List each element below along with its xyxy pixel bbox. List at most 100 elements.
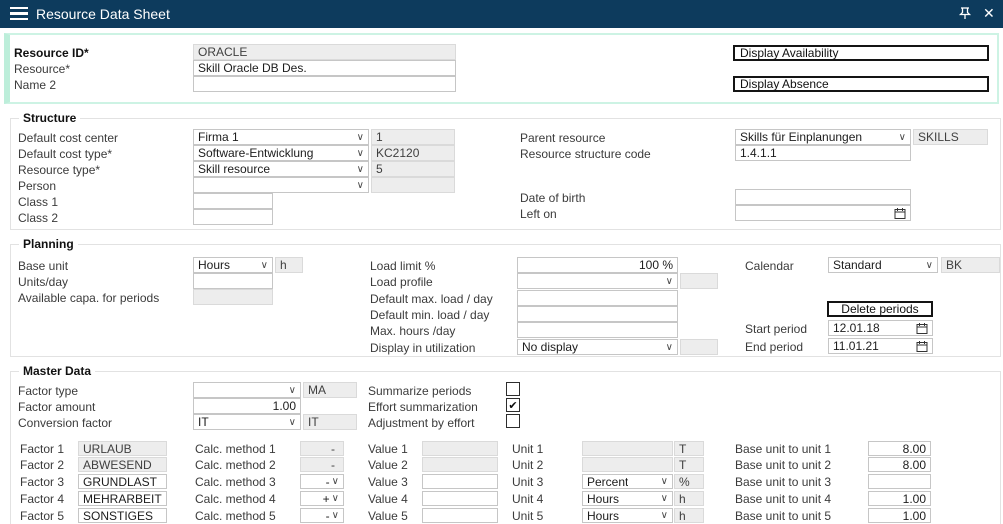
unit3-label: Unit 3 <box>512 474 543 490</box>
base-unit2-field[interactable]: 8.00 <box>868 457 931 472</box>
window-title: Resource Data Sheet <box>36 6 170 22</box>
close-icon[interactable]: ✕ <box>983 5 995 21</box>
factor3-field[interactable]: GRUNDLAST <box>78 474 167 489</box>
conversion-factor-label: Conversion factor <box>18 415 112 431</box>
unit1-field <box>582 441 673 456</box>
base-unit-select[interactable]: Hours∨ <box>193 257 273 273</box>
resource-type-label: Resource type* <box>18 162 100 178</box>
parent-resource-select[interactable]: Skills für Einplanungen∨ <box>735 129 911 145</box>
adjustment-by-effort-checkbox[interactable] <box>506 414 520 428</box>
load-limit-field[interactable]: 100 % <box>517 257 678 273</box>
left-on-field[interactable] <box>735 205 911 221</box>
resource-name-field[interactable]: Skill Oracle DB Des. <box>193 60 456 76</box>
calendar-icon[interactable] <box>916 322 928 335</box>
pin-icon[interactable] <box>957 5 973 25</box>
load-profile-label: Load profile <box>370 274 433 290</box>
display-availability-button[interactable]: Display Availability <box>733 45 989 61</box>
load-profile-select[interactable]: ∨ <box>517 273 678 289</box>
unit3-select[interactable]: Percent∨ <box>582 474 673 489</box>
summarize-periods-label: Summarize periods <box>368 383 471 399</box>
calendar-select[interactable]: Standard∨ <box>828 257 938 273</box>
units-day-field[interactable] <box>193 273 273 289</box>
calc-method1-label: Calc. method 1 <box>195 441 276 457</box>
name2-field[interactable] <box>193 76 456 92</box>
chevron-down-icon: ∨ <box>357 180 364 191</box>
name2-label: Name 2 <box>14 77 56 93</box>
value2-field <box>422 457 498 472</box>
chevron-down-icon: ∨ <box>332 476 339 487</box>
cost-center-label: Default cost center <box>18 130 118 146</box>
effort-summarization-checkbox[interactable]: ✔ <box>506 398 520 412</box>
factor-type-label: Factor type <box>18 383 78 399</box>
calc-method3-label: Calc. method 3 <box>195 474 276 490</box>
resource-type-select[interactable]: Skill resource∨ <box>193 161 369 177</box>
calendar-icon[interactable] <box>916 340 928 353</box>
date-of-birth-field[interactable] <box>735 189 911 205</box>
load-profile-code <box>680 273 718 289</box>
chevron-down-icon: ∨ <box>666 342 673 353</box>
parent-resource-label: Parent resource <box>520 130 605 146</box>
effort-summarization-label: Effort summarization <box>368 399 478 415</box>
display-absence-button[interactable]: Display Absence <box>733 76 989 92</box>
base-unit-label: Base unit <box>18 258 68 274</box>
structure-code-label: Resource structure code <box>520 146 651 162</box>
cost-center-select[interactable]: Firma 1∨ <box>193 129 369 145</box>
end-period-field[interactable]: 11.01.21 <box>828 338 933 354</box>
unit3-code: % <box>674 474 704 489</box>
unit2-label: Unit 2 <box>512 457 543 473</box>
unit5-select[interactable]: Hours∨ <box>582 508 673 523</box>
calc-method2-field: - <box>300 457 344 472</box>
calendar-icon[interactable] <box>894 207 906 220</box>
resource-label: Resource* <box>14 61 70 77</box>
base-unit4-label: Base unit to unit 4 <box>735 491 831 507</box>
class1-field[interactable] <box>193 193 273 209</box>
calc-method5-select[interactable]: -∨ <box>300 508 344 523</box>
factor-type-code: MA <box>303 382 357 398</box>
value1-label: Value 1 <box>368 441 408 457</box>
value3-label: Value 3 <box>368 474 408 490</box>
conversion-factor-select[interactable]: IT∨ <box>193 414 301 430</box>
chevron-down-icon: ∨ <box>261 260 268 271</box>
default-max-field[interactable] <box>517 290 678 306</box>
factor-type-select[interactable]: ∨ <box>193 382 301 398</box>
display-util-select[interactable]: No display∨ <box>517 339 678 355</box>
resource-data-sheet-window: Resource Data Sheet ✕ Resource ID* Resou… <box>0 0 1003 524</box>
factor5-field[interactable]: SONSTIGES <box>78 508 167 523</box>
base-unit1-field[interactable]: 8.00 <box>868 441 931 456</box>
calc-method4-select[interactable]: +∨ <box>300 491 344 506</box>
calc-method2-label: Calc. method 2 <box>195 457 276 473</box>
calc-method3-select[interactable]: -∨ <box>300 474 344 489</box>
unit4-select[interactable]: Hours∨ <box>582 491 673 506</box>
cost-type-code: KC2120 <box>371 145 455 161</box>
unit4-label: Unit 4 <box>512 491 543 507</box>
factor4-label: Factor 4 <box>20 491 64 507</box>
resource-id-label: Resource ID* <box>14 45 89 61</box>
structure-code-field[interactable]: 1.4.1.1 <box>735 145 911 161</box>
base-unit5-label: Base unit to unit 5 <box>735 508 831 524</box>
cost-type-select[interactable]: Software-Entwicklung∨ <box>193 145 369 161</box>
start-period-field[interactable]: 12.01.18 <box>828 320 933 336</box>
factor4-field[interactable]: MEHRARBEIT <box>78 491 167 506</box>
delete-periods-button[interactable]: Delete periods <box>827 301 933 317</box>
max-hours-field[interactable] <box>517 322 678 338</box>
base-unit5-field[interactable]: 1.00 <box>868 508 931 523</box>
calendar-code: BK <box>941 257 1000 273</box>
default-min-field[interactable] <box>517 306 678 322</box>
base-unit3-field[interactable] <box>868 474 931 489</box>
value5-field[interactable] <box>422 508 498 523</box>
value3-field[interactable] <box>422 474 498 489</box>
unit5-code: h <box>674 508 704 523</box>
summarize-periods-checkbox[interactable] <box>506 382 520 396</box>
base-unit4-field[interactable]: 1.00 <box>868 491 931 506</box>
unit2-code: T <box>674 457 704 472</box>
factor-amount-field[interactable]: 1.00 <box>193 398 301 414</box>
menu-icon[interactable] <box>10 7 28 20</box>
chevron-down-icon: ∨ <box>289 417 296 428</box>
class2-field[interactable] <box>193 209 273 225</box>
factor1-field: URLAUB <box>78 441 167 456</box>
date-of-birth-label: Date of birth <box>520 190 585 206</box>
person-select[interactable]: ∨ <box>193 177 369 193</box>
person-label: Person <box>18 178 56 194</box>
calc-method4-label: Calc. method 4 <box>195 491 276 507</box>
value4-field[interactable] <box>422 491 498 506</box>
